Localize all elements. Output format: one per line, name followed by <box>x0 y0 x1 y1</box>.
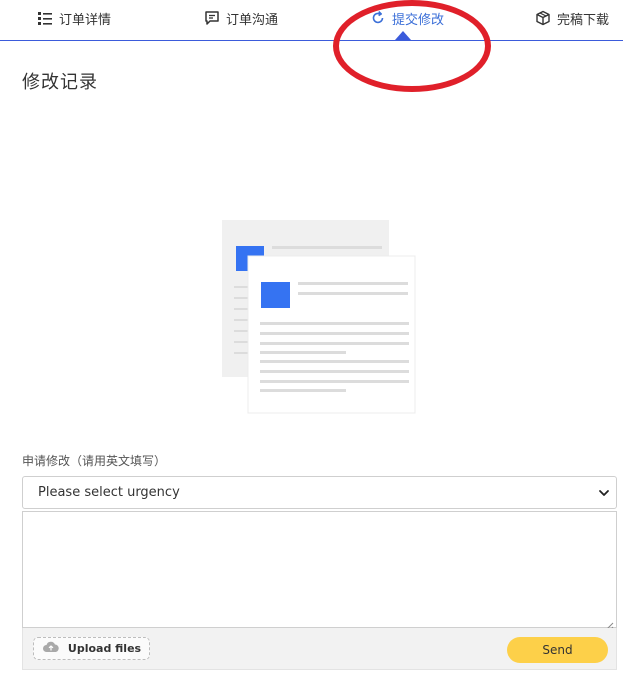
send-button[interactable]: Send <box>507 637 608 663</box>
cloud-upload-icon <box>42 641 60 656</box>
tab-order-chat-label: 订单沟通 <box>226 12 279 28</box>
composer-toolbar: Upload files Send <box>22 628 617 670</box>
chat-icon <box>204 10 220 26</box>
package-icon <box>535 10 551 26</box>
revision-request-label: 申请修改（请用英文填写） <box>22 454 167 468</box>
active-tab-indicator <box>395 31 411 40</box>
send-label: Send <box>542 643 573 657</box>
list-icon <box>37 10 53 26</box>
tab-order-details[interactable]: 订单详情 <box>37 0 111 36</box>
refresh-icon <box>370 10 386 26</box>
tab-final-download[interactable]: 完稿下载 <box>535 0 609 36</box>
urgency-select[interactable]: Please select urgency <box>22 476 617 509</box>
revision-textarea[interactable] <box>22 511 617 631</box>
section-title: 修改记录 <box>22 72 98 93</box>
tab-order-details-label: 订单详情 <box>59 12 112 28</box>
empty-documents-illustration <box>222 220 420 415</box>
tab-final-download-label: 完稿下载 <box>557 12 610 28</box>
tab-order-chat[interactable]: 订单沟通 <box>204 0 278 36</box>
upload-files-label: Upload files <box>67 642 142 655</box>
urgency-select-value: Please select urgency <box>38 485 180 500</box>
page: 订单详情 订单沟通 提交修改 完稿下载 修改记录 申请修改（请用英文填写） Pl… <box>0 0 623 683</box>
chevron-down-icon <box>598 487 610 499</box>
resize-handle-icon[interactable] <box>605 616 614 631</box>
upload-files-button[interactable]: Upload files <box>33 637 150 660</box>
tab-bar: 订单详情 订单沟通 提交修改 完稿下载 <box>0 0 623 41</box>
tab-submit-revision-label: 提交修改 <box>392 12 445 28</box>
